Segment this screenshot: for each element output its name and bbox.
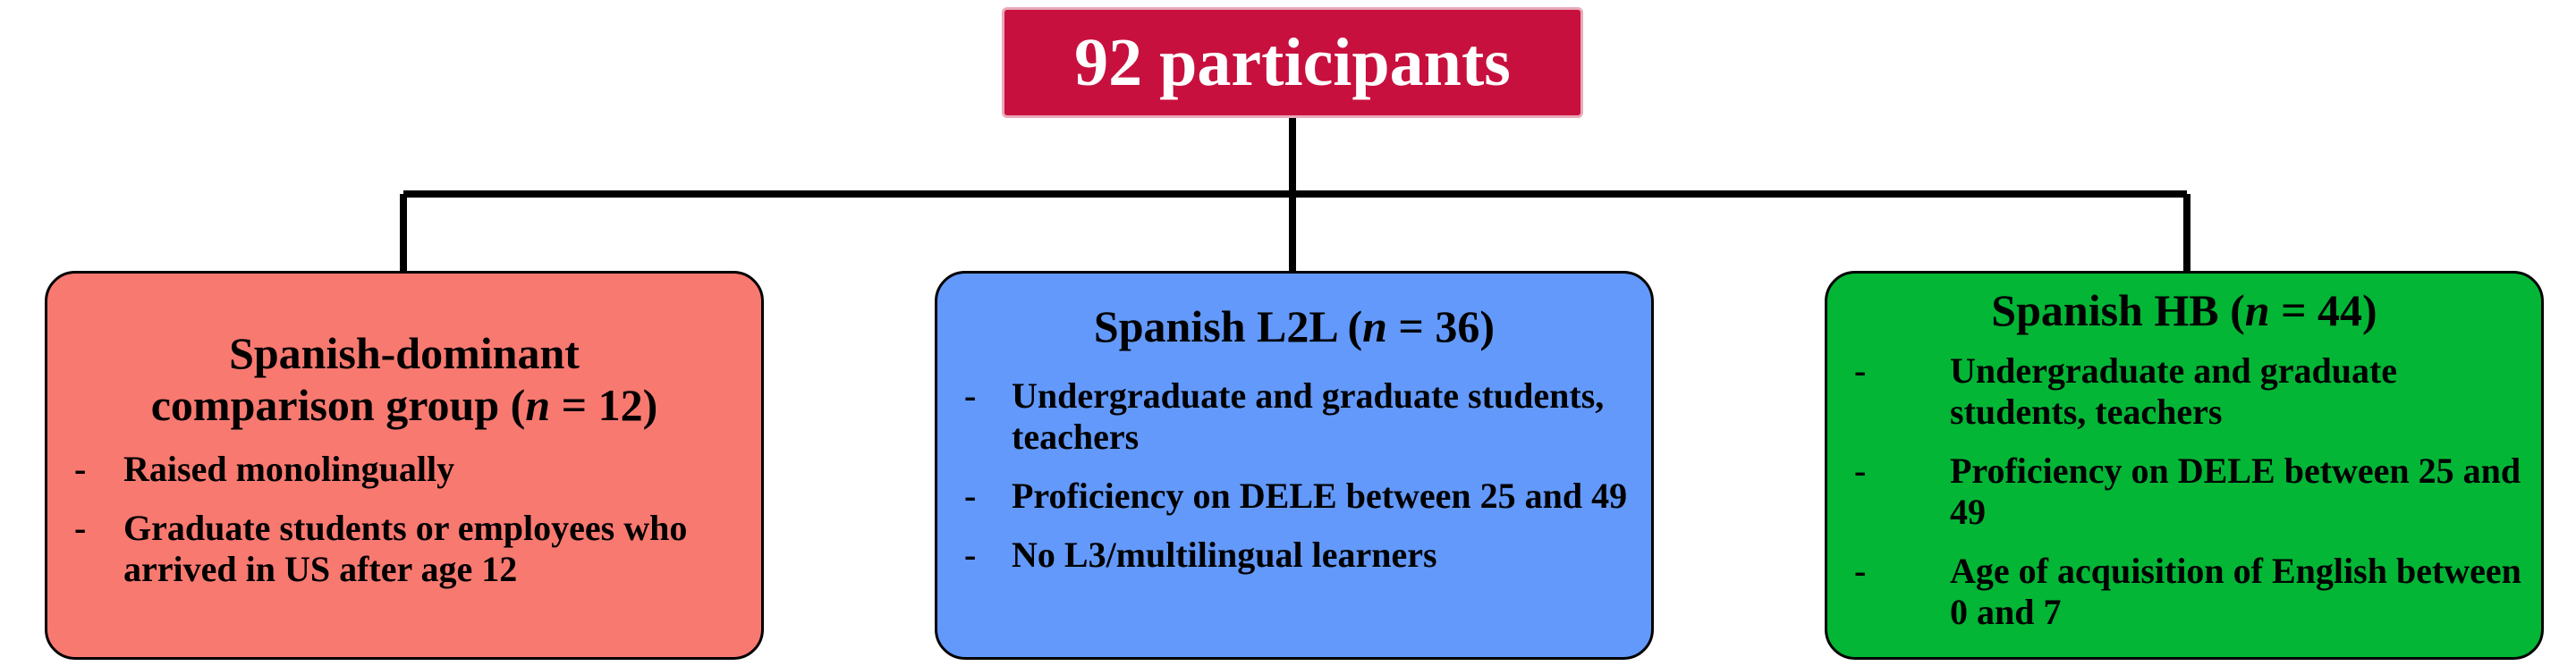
list-item: - Raised monolingually (74, 449, 455, 489)
list-item: - Graduate students or employees who arri… (74, 508, 688, 589)
bullet-dash: - (1854, 451, 1867, 491)
bullet-dash: - (74, 449, 87, 489)
bullet-dash: - (964, 476, 977, 516)
list-item: - Undergraduate and graduate students, te… (964, 375, 1605, 457)
group-title: Spanish L2L (n = 36) (1093, 301, 1496, 351)
group-spanish-dominant: Spanish-dominant comparison group (n = 1… (45, 271, 764, 660)
group-title-line1: Spanish-dominant (229, 328, 580, 378)
group-spanish-hb: Spanish HB (n = 44) - Undergraduate and g… (1825, 271, 2544, 660)
participants-total-box: 92 participants (1002, 7, 1583, 118)
group-criteria-list: - Undergraduate and graduate students, te… (937, 375, 1651, 576)
list-item: - Undergraduate and graduate students, te… (1854, 350, 2398, 432)
group-spanish-l2l: Spanish L2L (n = 36) - Undergraduate and … (935, 271, 1654, 660)
list-item: - Proficiency on DELE between 25 and 49 (1854, 451, 2521, 532)
bullet-dash: - (964, 535, 977, 575)
group-criteria-list: - Undergraduate and graduate students, te… (1827, 350, 2541, 633)
list-item: - Age of acquisition of English between 0… (1854, 551, 2521, 632)
group-title-line2: comparison group (n = 12) (150, 380, 658, 430)
bullet-dash: - (1854, 551, 1867, 591)
bullet-dash: - (74, 508, 87, 548)
group-title: Spanish HB (n = 44) (1991, 285, 2377, 335)
participants-total-label: 92 participants (1074, 24, 1511, 100)
list-item: - No L3/multilingual learners (964, 535, 1437, 575)
group-title: Spanish-dominant comparison group (n = 1… (47, 327, 761, 431)
bullet-dash: - (1854, 350, 1867, 391)
list-item: - Proficiency on DELE between 25 and 49 (964, 476, 1628, 516)
group-criteria-list: - Raised monolingually - Graduate students… (47, 449, 761, 590)
bullet-dash: - (964, 375, 977, 416)
